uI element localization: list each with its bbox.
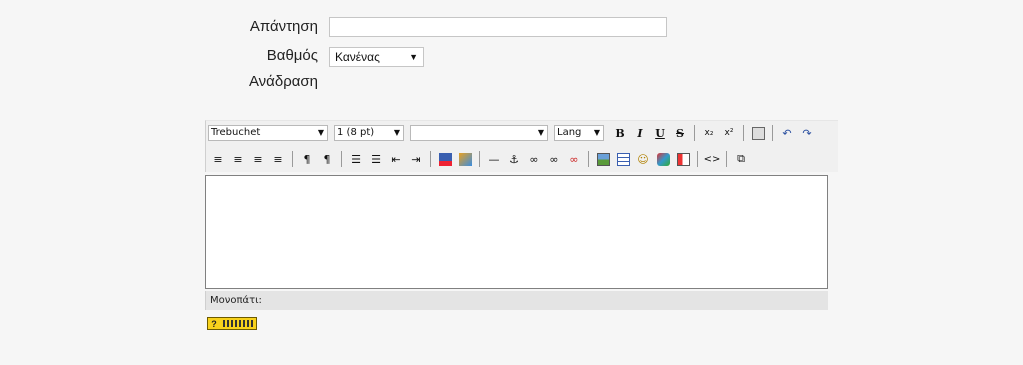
- lang-value: Lang: [557, 127, 582, 138]
- lang-select[interactable]: Lang ▼: [554, 125, 604, 141]
- align-right-button[interactable]: ≡: [249, 150, 267, 168]
- insert-media-button[interactable]: [654, 150, 672, 168]
- chevron-down-icon: ▼: [317, 128, 324, 137]
- media-icon: [656, 152, 670, 166]
- toolbar-separator: [292, 151, 293, 167]
- align-center-button[interactable]: ≡: [229, 150, 247, 168]
- toolbar-separator: [772, 125, 773, 141]
- outdent-button[interactable]: ⇤: [387, 150, 405, 168]
- editor-content-area[interactable]: [205, 175, 828, 289]
- unlink-button[interactable]: ∞: [545, 150, 563, 168]
- unordered-list-button[interactable]: ☰: [367, 150, 385, 168]
- html-source-button[interactable]: <>: [703, 150, 721, 168]
- feedback-label: Ανάδραση: [248, 73, 318, 90]
- italic-button[interactable]: I: [631, 124, 649, 142]
- clean-word-button[interactable]: [749, 124, 767, 142]
- chevron-down-icon: ▼: [393, 128, 400, 137]
- anchor-button[interactable]: ⚓: [505, 150, 523, 168]
- toolbar-row-2: ≡ ≡ ≡ ≡ ¶ ¶ ☰ ☰ ⇤ ⇥ — ⚓ ∞ ∞ ∞ ☺ <> ⧉: [206, 147, 751, 171]
- editor-statusbar: Μονοπάτι:: [205, 291, 828, 310]
- horizontal-rule-button[interactable]: —: [485, 150, 503, 168]
- indent-button[interactable]: ⇥: [407, 150, 425, 168]
- text-color-button[interactable]: [436, 150, 454, 168]
- underline-button[interactable]: U: [651, 124, 669, 142]
- font-family-select[interactable]: Trebuchet ▼: [208, 125, 328, 141]
- editor-toolbar: Trebuchet ▼ 1 (8 pt) ▼ ▼ Lang ▼ B I U S …: [205, 120, 838, 172]
- font-size-select[interactable]: 1 (8 pt) ▼: [334, 125, 404, 141]
- font-family-value: Trebuchet: [211, 127, 261, 138]
- chevron-down-icon: ▼: [537, 128, 544, 137]
- grade-label: Βαθμός: [266, 47, 318, 64]
- toolbar-separator: [694, 125, 695, 141]
- clean-word-icon: [751, 126, 765, 140]
- toolbar-row-1: Trebuchet ▼ 1 (8 pt) ▼ ▼ Lang ▼ B I U S …: [206, 121, 817, 145]
- redo-button[interactable]: ↷: [798, 124, 816, 142]
- toolbar-separator: [479, 151, 480, 167]
- nolink-button[interactable]: ∞: [565, 150, 583, 168]
- background-color-button[interactable]: [456, 150, 474, 168]
- search-replace-icon: [676, 152, 690, 166]
- justify-button[interactable]: ≡: [269, 150, 287, 168]
- path-label: Μονοπάτι:: [210, 295, 262, 306]
- toolbar-separator: [588, 151, 589, 167]
- style-select[interactable]: ▼: [410, 125, 548, 141]
- toolbar-separator: [697, 151, 698, 167]
- image-icon: [596, 152, 610, 166]
- background-color-icon: [458, 152, 472, 166]
- text-color-icon: [438, 152, 452, 166]
- answer-input[interactable]: [329, 17, 667, 37]
- insert-table-button[interactable]: [614, 150, 632, 168]
- editor-help-button[interactable]: ?: [207, 317, 257, 330]
- font-size-value: 1 (8 pt): [337, 127, 375, 138]
- answer-label: Απάντηση: [249, 18, 318, 35]
- ordered-list-button[interactable]: ☰: [347, 150, 365, 168]
- align-left-button[interactable]: ≡: [209, 150, 227, 168]
- chevron-down-icon: ▼: [409, 52, 418, 62]
- fullscreen-button[interactable]: ⧉: [732, 150, 750, 168]
- toolbar-separator: [726, 151, 727, 167]
- toolbar-separator: [341, 151, 342, 167]
- smiley-button[interactable]: ☺: [634, 150, 652, 168]
- toolbar-separator: [430, 151, 431, 167]
- ltr-button[interactable]: ¶: [298, 150, 316, 168]
- chevron-down-icon: ▼: [593, 128, 600, 137]
- table-icon: [616, 152, 630, 166]
- undo-button[interactable]: ↶: [778, 124, 796, 142]
- subscript-button[interactable]: x₂: [700, 124, 718, 142]
- keyboard-icon: [223, 320, 253, 327]
- grade-select[interactable]: Κανένας ▼: [329, 47, 424, 67]
- rtl-button[interactable]: ¶: [318, 150, 336, 168]
- insert-image-button[interactable]: [594, 150, 612, 168]
- bold-button[interactable]: B: [611, 124, 629, 142]
- strikethrough-button[interactable]: S: [671, 124, 689, 142]
- superscript-button[interactable]: x²: [720, 124, 738, 142]
- toolbar-separator: [743, 125, 744, 141]
- help-icon: ?: [211, 318, 217, 329]
- link-button[interactable]: ∞: [525, 150, 543, 168]
- search-replace-button[interactable]: [674, 150, 692, 168]
- grade-select-value: Κανένας: [335, 50, 380, 64]
